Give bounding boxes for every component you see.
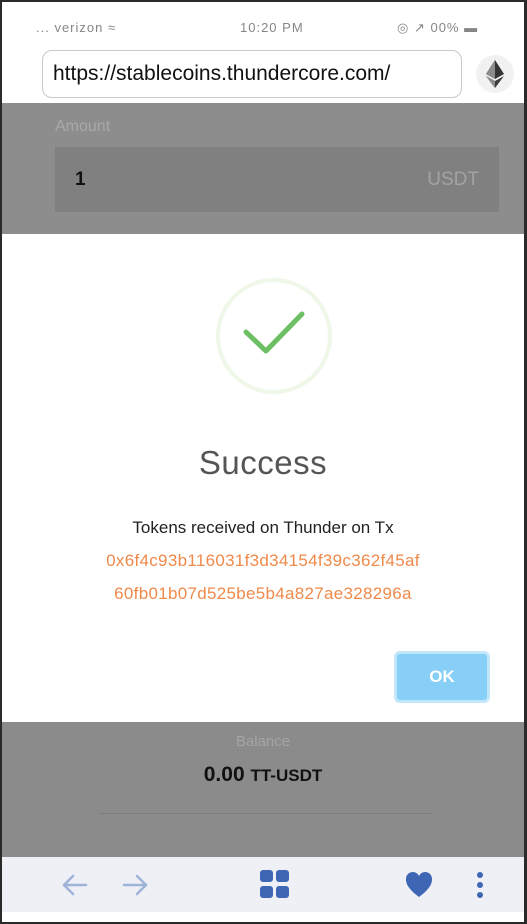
- network-button[interactable]: [476, 55, 514, 93]
- success-badge: [216, 278, 332, 394]
- home-indicator-area: [2, 912, 524, 922]
- tx-hash-link-line1[interactable]: 0x6f4c93b116031f3d34154f39c362f45af: [2, 551, 524, 571]
- status-bar: ... verizon ≈ 10:20 PM ◎ ↗ 00% ▬: [2, 2, 524, 40]
- forward-button[interactable]: [116, 865, 156, 905]
- success-dialog: Success Tokens received on Thunder on Tx…: [2, 234, 524, 722]
- ok-button[interactable]: OK: [394, 651, 490, 703]
- address-bar[interactable]: https://stablecoins.thundercore.com/: [42, 50, 462, 98]
- dialog-title: Success: [198, 444, 328, 481]
- battery-indicator: ◎ ↗ 00% ▬: [397, 20, 479, 35]
- dialog-message: Tokens received on Thunder on Tx: [132, 518, 394, 537]
- more-button[interactable]: [460, 865, 500, 905]
- balance-value: 0.00: [203, 763, 245, 786]
- back-arrow-icon: [62, 874, 88, 896]
- tx-hash-link-line2[interactable]: 60fb01b07d525be5b4a827ae328296a: [2, 584, 524, 604]
- amount-value: 1: [75, 169, 86, 190]
- favorites-button[interactable]: [399, 865, 439, 905]
- ethereum-icon: [486, 60, 504, 88]
- more-vertical-icon: [477, 872, 483, 898]
- heart-icon: [406, 872, 432, 897]
- apps-grid-icon: [260, 870, 289, 898]
- amount-unit: USDT: [427, 169, 479, 190]
- apps-button[interactable]: [254, 865, 294, 905]
- forward-arrow-icon: [122, 874, 148, 896]
- carrier-label: ... verizon ≈: [36, 20, 117, 35]
- back-button[interactable]: [54, 865, 94, 905]
- amount-field[interactable]: 1 USDT: [55, 147, 499, 212]
- divider: [99, 813, 432, 814]
- url-text: https://stablecoins.thundercore.com/: [53, 62, 391, 85]
- balance-unit: TT-USDT: [250, 766, 323, 785]
- browser-bottom-nav: [2, 857, 524, 912]
- balance-label: Balance: [235, 733, 291, 750]
- balance-amount: 0.00 TT-USDT: [2, 763, 524, 787]
- clock: 10:20 PM: [240, 20, 304, 35]
- checkmark-icon: [243, 311, 305, 354]
- amount-label: Amount: [55, 118, 111, 135]
- phone-screen: ... verizon ≈ 10:20 PM ◎ ↗ 00% ▬ https:/…: [0, 0, 527, 924]
